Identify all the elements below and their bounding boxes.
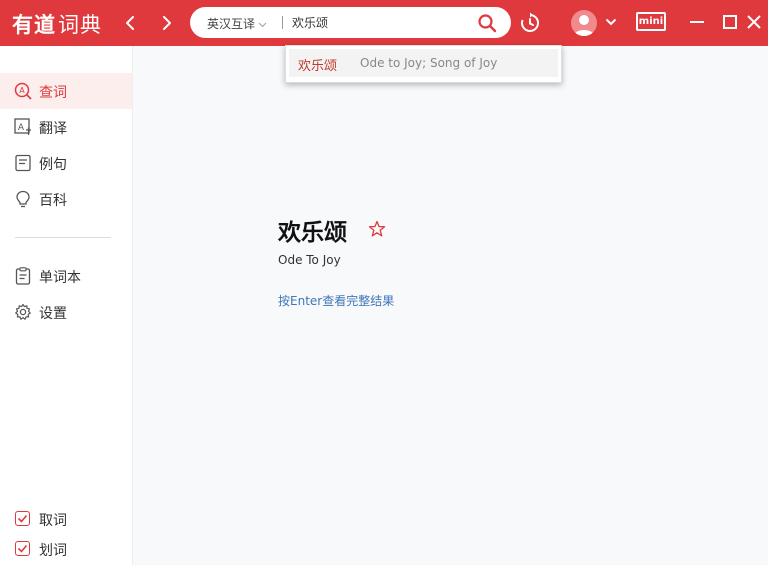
- star-icon[interactable]: [368, 220, 386, 238]
- select-translate-toggle[interactable]: 划词: [0, 537, 132, 561]
- search-word-icon: A: [14, 82, 32, 100]
- toggle-label: 划词: [39, 543, 67, 559]
- chevron-down-icon[interactable]: [605, 17, 617, 27]
- minimize-icon[interactable]: [687, 12, 707, 32]
- search-box: 英汉互译: [190, 7, 511, 38]
- sidebar-item-label: 查词: [39, 85, 67, 101]
- suggestion-definition: Ode to Joy; Song of Joy: [360, 56, 498, 70]
- sidebar-item-label: 单词本: [39, 270, 81, 286]
- translate-icon: A: [14, 118, 31, 135]
- logo-sub: 词典: [58, 13, 102, 37]
- forward-arrow-icon[interactable]: [156, 13, 176, 33]
- back-arrow-icon[interactable]: [121, 13, 141, 33]
- title-bar: 有道词典 英汉互译 mini: [0, 0, 768, 46]
- language-mode-select[interactable]: 英汉互译: [207, 15, 267, 32]
- chevron-down-icon: [258, 22, 267, 27]
- result-meaning: Ode To Joy: [278, 253, 341, 267]
- sidebar-item-settings[interactable]: 设置: [0, 294, 132, 330]
- avatar-icon: [574, 15, 594, 36]
- gear-icon: [15, 303, 31, 320]
- search-icon[interactable]: [477, 13, 497, 33]
- sidebar-item-label: 设置: [39, 306, 67, 322]
- checkbox[interactable]: [15, 511, 30, 526]
- screen-capture-toggle[interactable]: 取词: [0, 507, 132, 531]
- close-icon[interactable]: [744, 12, 764, 32]
- search-input[interactable]: [292, 12, 472, 32]
- toggle-label: 取词: [39, 513, 67, 529]
- check-icon: [17, 544, 28, 553]
- sidebar-item-examples[interactable]: 例句: [0, 145, 132, 181]
- sidebar-divider: [15, 237, 111, 238]
- mini-mode-button[interactable]: mini: [636, 12, 666, 31]
- maximize-icon[interactable]: [720, 12, 740, 32]
- user-avatar[interactable]: [571, 10, 597, 36]
- suggestion-word: 欢乐颂: [298, 59, 338, 74]
- logo-main: 有道: [12, 13, 56, 37]
- suggestion-item[interactable]: 欢乐颂 Ode to Joy; Song of Joy: [289, 49, 558, 77]
- check-icon: [17, 514, 28, 523]
- sidebar-item-lookup[interactable]: A 查词: [0, 73, 132, 109]
- sidebar: A 查词 A 翻译 例句 百科 单词本 设置 取词 划词: [0, 46, 133, 565]
- history-icon[interactable]: [519, 12, 541, 34]
- suggestion-dropdown: 欢乐颂 Ode to Joy; Song of Joy: [285, 45, 562, 83]
- bulb-icon: [16, 190, 30, 208]
- result-word: 欢乐颂: [278, 220, 347, 246]
- svg-text:A: A: [19, 86, 25, 95]
- sidebar-item-encyclopedia[interactable]: 百科: [0, 181, 132, 217]
- wordbook-icon: [15, 267, 31, 285]
- checkbox[interactable]: [15, 541, 30, 556]
- app-logo: 有道词典: [12, 9, 102, 39]
- language-mode-label: 英汉互译: [207, 17, 256, 31]
- sidebar-item-label: 翻译: [39, 121, 67, 137]
- example-sentence-icon: [15, 154, 31, 172]
- full-result-link[interactable]: 按Enter查看完整结果: [278, 292, 394, 309]
- main-content: 欢乐颂 Ode To Joy 按Enter查看完整结果: [133, 46, 768, 565]
- sidebar-item-label: 百科: [39, 193, 67, 209]
- sidebar-item-label: 例句: [39, 157, 67, 173]
- svg-text:A: A: [18, 123, 25, 133]
- sidebar-item-translate[interactable]: A 翻译: [0, 109, 132, 145]
- search-divider: [282, 16, 283, 29]
- sidebar-item-wordbook[interactable]: 单词本: [0, 258, 132, 294]
